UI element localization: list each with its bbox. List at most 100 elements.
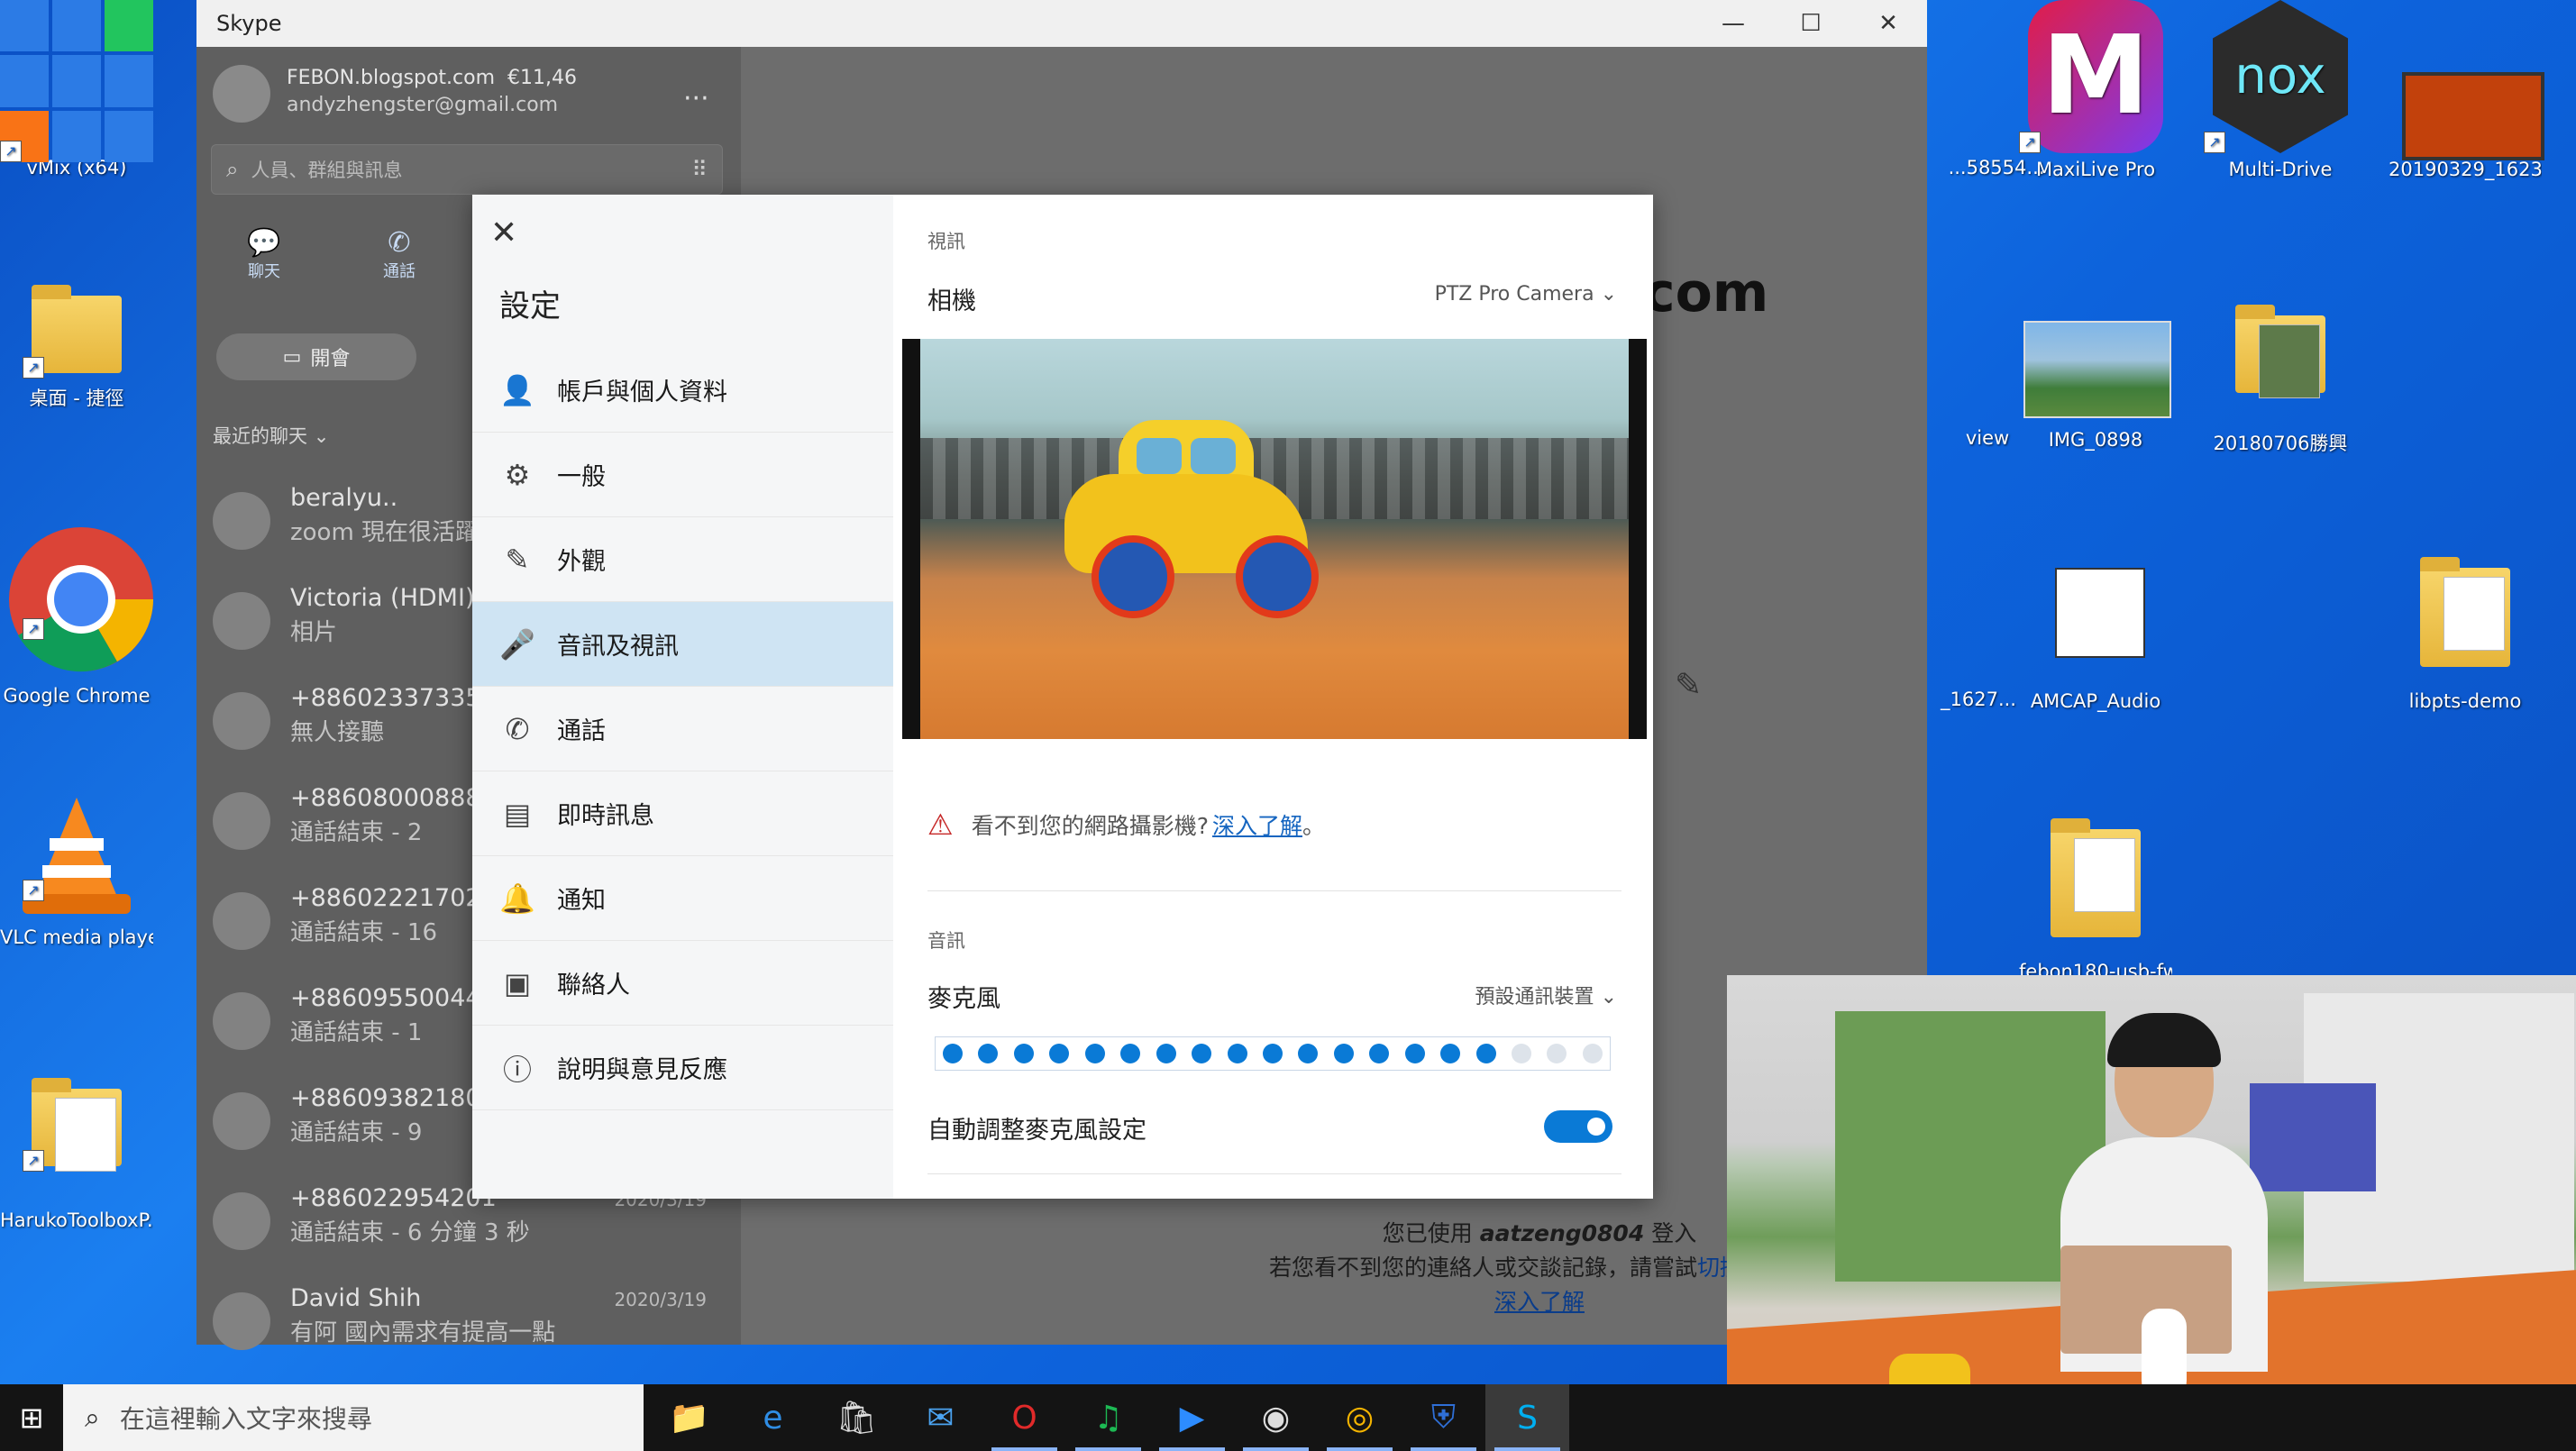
chat-name: David Shih: [290, 1284, 422, 1312]
settings-menu-item[interactable]: ▤ 即時訊息: [472, 771, 893, 856]
chat-preview: 通話結束 - 1: [290, 1019, 423, 1046]
minimize-button[interactable]: —: [1694, 0, 1772, 47]
profile-name: FEBON.blogspot.com: [287, 67, 496, 89]
file-explorer-icon[interactable]: 📁: [647, 1384, 731, 1451]
desktop-icon-img0898[interactable]: IMG_0898: [2019, 270, 2172, 451]
settings-menu-item[interactable]: ✆ 通話: [472, 687, 893, 771]
maximize-button[interactable]: ☐: [1772, 0, 1850, 47]
chat-preview: 通話結束 - 2: [290, 819, 423, 846]
shortcut-arrow-icon: ↗: [23, 880, 44, 901]
chat-name: beralyu..: [290, 484, 398, 512]
video-camera-icon: ▭: [282, 345, 302, 369]
pencil-icon[interactable]: ✎: [1675, 667, 1702, 704]
folder-icon: [32, 1078, 122, 1172]
recent-chats-label[interactable]: 最近的聊天 ⌄: [213, 422, 329, 449]
desktop-icon-label: VLC media player: [0, 926, 153, 948]
chrome-icon[interactable]: ◎: [1318, 1384, 1402, 1451]
warning-icon: ⚠: [927, 808, 954, 842]
auto-adjust-toggle[interactable]: [1544, 1110, 1612, 1143]
mic-level-dot: [1404, 1044, 1425, 1063]
folder-icon: [2420, 557, 2510, 667]
chat-preview: zoom 現在很活躍: [290, 519, 480, 546]
chat-list-item[interactable]: David Shih 有阿 國內需求有提高一點 2020/3/19: [213, 1282, 735, 1372]
mic-level-dot: [1475, 1044, 1496, 1063]
search-input[interactable]: ⌕ 人員、群組與訊息 ⠿: [211, 144, 723, 195]
gear-icon: ⚙: [504, 457, 531, 492]
desktop-icon-multidrive[interactable]: nox ↗ Multi-Drive: [2204, 0, 2357, 180]
phone-icon: ✆: [388, 227, 411, 259]
auto-adjust-label: 自動調整麥克風設定: [927, 1117, 1146, 1145]
meet-now-button[interactable]: ▭ 開會: [216, 333, 416, 380]
mic-level-dot: [1156, 1044, 1176, 1063]
profile-email: andyzhengster@gmail.com: [287, 94, 559, 116]
chat-name: Victoria (HDMI): [290, 584, 475, 612]
desktop-icon-20190329[interactable]: 20190329_1623...: [2389, 0, 2544, 180]
tab-chats[interactable]: 💬 聊天: [233, 227, 296, 282]
store-icon[interactable]: 🛍: [815, 1384, 899, 1451]
skype-icon[interactable]: S: [1485, 1384, 1569, 1451]
avatar: [213, 492, 270, 550]
close-button[interactable]: ✕: [1850, 0, 1927, 47]
settings-menu-item[interactable]: 🔔 通知: [472, 856, 893, 941]
desktop-icon-libpts[interactable]: libpts-demo: [2389, 532, 2542, 712]
mail-icon[interactable]: ✉: [899, 1384, 982, 1451]
more-options-button[interactable]: ···: [683, 83, 709, 114]
mic-level-dot: [1333, 1044, 1354, 1063]
chat-preview: 通話結束 - 6 分鐘 3 秒: [290, 1219, 530, 1246]
desktop-icon-label: MaxiLive Pro: [2035, 159, 2156, 180]
learn-more-link[interactable]: 深入了解: [1494, 1289, 1585, 1315]
settings-menu-label: 外觀: [557, 548, 606, 576]
desktop-icon-maxilive[interactable]: M ↗ MaxiLive Pro: [2019, 0, 2172, 180]
shortcut-arrow-icon: ↗: [23, 357, 44, 379]
chat-icon: 💬: [247, 227, 281, 259]
edge-icon[interactable]: e: [731, 1384, 815, 1451]
microphone-select[interactable]: 預設通訊裝置 ⌄: [1475, 981, 1617, 1009]
camera-preview: [902, 339, 1647, 739]
avatar[interactable]: [213, 65, 270, 123]
profile-header[interactable]: FEBON.blogspot.com €11,46 andyzhengster@…: [213, 65, 577, 123]
desktop-icon-desktop-shortcut[interactable]: ↗ 桌面 - 捷徑: [0, 270, 153, 411]
settings-menu-item[interactable]: ▣ 聯絡人: [472, 941, 893, 1026]
desktop-icon-febon180[interactable]: febon180-usb-fw...: [2019, 802, 2172, 982]
dialpad-icon[interactable]: ⠿: [691, 157, 708, 182]
folder-icon: [2235, 305, 2325, 398]
taskbar-search-input[interactable]: ⌕ 在這裡輸入文字來搜尋: [63, 1384, 644, 1451]
windows-start-icon[interactable]: ⊞: [0, 1384, 63, 1451]
settings-menu-item[interactable]: ⚙ 一般: [472, 433, 893, 517]
mic-level-dot: [1440, 1044, 1461, 1063]
zoom-icon[interactable]: ▶: [1150, 1384, 1234, 1451]
learn-more-link[interactable]: 深入了解: [1212, 808, 1302, 841]
toy-car: [1037, 420, 1326, 618]
settings-menu-item[interactable]: 👤 帳戶與個人資料: [472, 348, 893, 433]
camera-select[interactable]: PTZ Pro Camera ⌄: [1435, 283, 1617, 306]
opera-icon[interactable]: O: [982, 1384, 1066, 1451]
desktop-icon-vlc[interactable]: ↗ VLC media player: [0, 793, 153, 948]
chat-preview: 相片: [290, 619, 338, 646]
settings-menu-item[interactable]: 🎤 音訊及視訊: [472, 602, 893, 687]
spotify-icon[interactable]: ♫: [1066, 1384, 1150, 1451]
chat-date: 2020/3/19: [614, 1289, 707, 1310]
security-icon[interactable]: ⛨: [1402, 1384, 1485, 1451]
desktop-icon-vmix[interactable]: ↗ vMix (x64): [0, 0, 153, 178]
tab-calls[interactable]: ✆ 通話: [368, 227, 431, 282]
toggle-knob: [1587, 1118, 1605, 1136]
mic-level-dot: [1227, 1044, 1247, 1063]
tab-label: 通話: [383, 262, 416, 281]
warning-end: 。: [1302, 813, 1325, 839]
close-icon[interactable]: ✕: [490, 214, 517, 251]
title-bar[interactable]: Skype — ☐ ✕: [196, 0, 1927, 47]
mic-level-dot: [1298, 1044, 1319, 1063]
window-title: Skype: [216, 11, 282, 36]
search-icon: ⌕: [226, 157, 239, 182]
desktop-icon-haruko[interactable]: ↗ HarukoToolboxP...: [0, 1063, 153, 1231]
settings-menu-item[interactable]: ⓘ 說明與意見反應: [472, 1026, 893, 1110]
obs-icon[interactable]: ◉: [1234, 1384, 1318, 1451]
desktop-icon-chrome[interactable]: ↗ Google Chrome: [0, 527, 153, 707]
shortcut-arrow-icon: ↗: [0, 141, 22, 162]
desktop-icon-20180706[interactable]: 20180706勝興: [2204, 270, 2357, 456]
msg-prefix: 您已使用: [1382, 1220, 1473, 1246]
desktop-icon-amcap[interactable]: AMCAP_Audio: [2019, 532, 2172, 712]
settings-title: 設定: [499, 288, 561, 324]
settings-menu-item[interactable]: ✎ 外觀: [472, 517, 893, 602]
mic-level-dot: [1547, 1044, 1567, 1063]
